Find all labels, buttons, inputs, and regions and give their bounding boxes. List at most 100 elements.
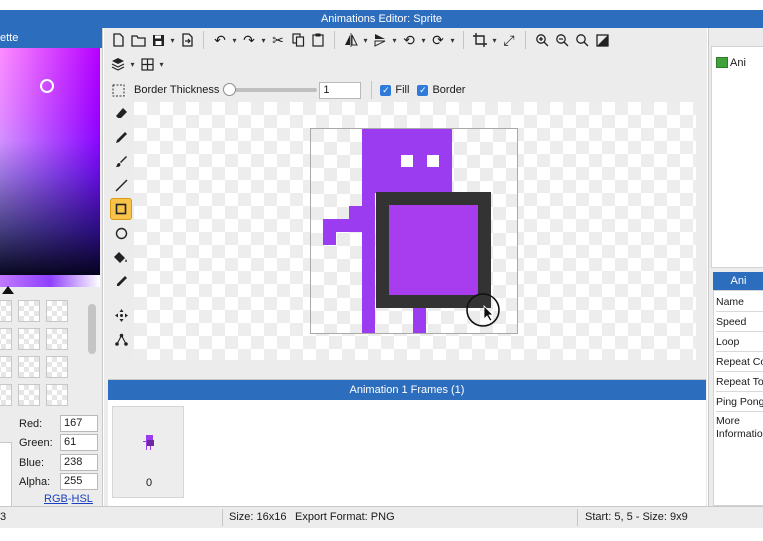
redo-menu-caret[interactable]: ▾ xyxy=(259,36,268,45)
line-icon[interactable] xyxy=(110,174,132,196)
toggle-view-icon[interactable] xyxy=(592,30,612,50)
status-export-format: Export Format: PNG xyxy=(295,511,395,523)
color-mode-links: RGB-HSL xyxy=(44,493,93,505)
swatch[interactable] xyxy=(18,384,40,406)
eyedropper-icon[interactable] xyxy=(110,270,132,292)
rotate-right-caret[interactable]: ▾ xyxy=(448,36,457,45)
hue-slider-pointer[interactable] xyxy=(2,286,14,294)
green-input[interactable]: 61 xyxy=(60,434,98,451)
paste-icon[interactable] xyxy=(308,30,328,50)
swatch[interactable] xyxy=(18,328,40,350)
layers-icon[interactable] xyxy=(108,54,128,74)
cut-icon[interactable]: ✂ xyxy=(268,30,288,50)
animation-icon xyxy=(716,57,728,68)
brush-icon[interactable] xyxy=(110,150,132,172)
swatch[interactable] xyxy=(46,356,68,378)
flip-v-menu-caret[interactable]: ▾ xyxy=(390,36,399,45)
prop-ping-pong[interactable]: Ping Pong xyxy=(716,393,763,412)
swatch[interactable] xyxy=(18,300,40,322)
layers-menu-caret[interactable]: ▾ xyxy=(128,60,137,69)
rgb-link[interactable]: RGB xyxy=(44,493,68,505)
animation-list: Ani xyxy=(711,46,763,268)
fill-checkbox[interactable]: ✓ xyxy=(380,84,392,96)
animation-list-item[interactable]: Ani xyxy=(730,57,746,69)
sprite-arm xyxy=(323,219,362,232)
new-file-icon[interactable] xyxy=(108,30,128,50)
zoom-out-icon[interactable] xyxy=(552,30,572,50)
resize-icon[interactable]: ⤢ xyxy=(499,30,519,50)
prop-name[interactable]: Name xyxy=(716,293,763,312)
sprite-canvas[interactable] xyxy=(310,128,518,334)
swatch-scrollbar[interactable] xyxy=(88,304,96,354)
crop-icon[interactable] xyxy=(470,30,490,50)
prop-speed[interactable]: Speed xyxy=(716,313,763,332)
drawing-canvas[interactable] xyxy=(134,102,696,360)
swatch[interactable] xyxy=(18,356,40,378)
swatch[interactable] xyxy=(46,300,68,322)
prop-more-information[interactable]: More Information xyxy=(716,413,763,441)
save-menu-caret[interactable]: ▾ xyxy=(168,36,177,45)
sprite-eye-right xyxy=(427,155,439,167)
swatch[interactable] xyxy=(0,328,12,350)
rotate-right-icon[interactable]: ⟳ xyxy=(428,30,448,50)
move-icon[interactable] xyxy=(110,304,132,326)
redo-icon[interactable]: ↷ xyxy=(239,30,259,50)
undo-icon[interactable]: ↶ xyxy=(210,30,230,50)
zoom-in-icon[interactable] xyxy=(532,30,552,50)
border-thickness-slider[interactable] xyxy=(223,83,318,96)
swatch[interactable] xyxy=(46,328,68,350)
frame-thumbnail[interactable]: 0 xyxy=(112,406,184,498)
status-divider xyxy=(577,509,578,526)
open-folder-icon[interactable] xyxy=(128,30,148,50)
grid-menu-caret[interactable]: ▾ xyxy=(157,60,166,69)
sprite-image xyxy=(311,129,517,333)
hue-slider[interactable] xyxy=(0,275,100,287)
export-icon[interactable] xyxy=(177,30,197,50)
red-input[interactable]: 167 xyxy=(60,415,98,432)
border-thickness-slider-thumb[interactable] xyxy=(223,83,237,96)
status-size: Size: 16x16 xyxy=(229,511,287,523)
hsl-link[interactable]: HSL xyxy=(72,493,93,505)
blue-input[interactable]: 238 xyxy=(60,454,98,471)
ellipse-icon[interactable] xyxy=(110,222,132,244)
secondary-toolbar: ▾ ▾ xyxy=(108,52,166,76)
blue-label: Blue: xyxy=(19,457,45,469)
flip-menu-caret[interactable]: ▾ xyxy=(361,36,370,45)
crop-menu-caret[interactable]: ▾ xyxy=(490,36,499,45)
selection-icon[interactable] xyxy=(108,80,128,100)
prop-repeat-to[interactable]: Repeat To xyxy=(716,373,763,392)
border-thickness-input[interactable]: 1 xyxy=(319,81,362,99)
alpha-label: Alpha: xyxy=(19,476,51,488)
green-label: Green: xyxy=(19,437,53,449)
rectangle-icon[interactable] xyxy=(110,198,132,220)
save-icon[interactable] xyxy=(148,30,168,50)
grid-icon[interactable] xyxy=(137,54,157,74)
red-label: Red: xyxy=(19,418,43,430)
animations-panel: Ani Ani Name Speed Loop Repeat Co Repeat… xyxy=(708,28,763,506)
drawn-rectangle-fill xyxy=(389,205,478,295)
frame-preview xyxy=(143,435,154,450)
swatch[interactable] xyxy=(0,384,12,406)
palette-title: ette xyxy=(0,28,102,48)
rotate-left-icon[interactable]: ⟲ xyxy=(399,30,419,50)
zoom-fit-icon[interactable] xyxy=(572,30,592,50)
flip-horizontal-icon[interactable] xyxy=(341,30,361,50)
swatch[interactable] xyxy=(46,384,68,406)
rotate-left-caret[interactable]: ▾ xyxy=(419,36,428,45)
prop-loop[interactable]: Loop xyxy=(716,333,763,352)
paint-bucket-icon[interactable] xyxy=(110,246,132,268)
color-picker-cursor[interactable] xyxy=(40,79,54,93)
pencil-icon[interactable] xyxy=(110,126,132,148)
undo-menu-caret[interactable]: ▾ xyxy=(230,36,239,45)
node-icon[interactable] xyxy=(110,328,132,350)
eraser-icon[interactable] xyxy=(110,102,132,124)
flip-vertical-icon[interactable] xyxy=(370,30,390,50)
swatch[interactable] xyxy=(0,356,12,378)
border-checkbox[interactable]: ✓ xyxy=(417,84,429,96)
toolbar-separator xyxy=(203,31,204,49)
copy-icon[interactable] xyxy=(288,30,308,50)
prop-repeat-count[interactable]: Repeat Co xyxy=(716,353,763,372)
alpha-input[interactable]: 255 xyxy=(60,473,98,490)
toolbar-separator xyxy=(334,31,335,49)
swatch[interactable] xyxy=(0,300,12,322)
